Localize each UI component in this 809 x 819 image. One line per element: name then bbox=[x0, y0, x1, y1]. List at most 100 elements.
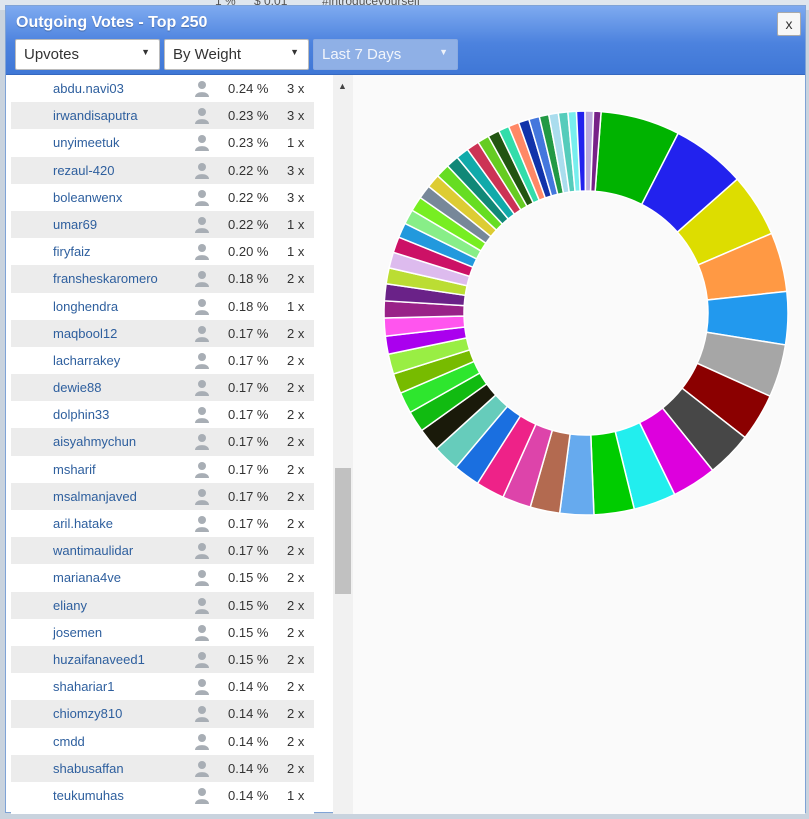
voter-name-link[interactable]: shahariar1 bbox=[53, 679, 114, 694]
list-item: fransheskaromero 0.18 % 2 x bbox=[11, 265, 314, 293]
person-icon bbox=[194, 760, 210, 777]
caret-down-icon: ▼ bbox=[290, 47, 299, 57]
voter-name-link[interactable]: boleanwenx bbox=[53, 190, 122, 205]
chart-area bbox=[353, 75, 805, 814]
scroll-up-arrow-icon[interactable]: ▲ bbox=[338, 81, 347, 91]
person-icon bbox=[194, 542, 210, 560]
vote-count: 1 x bbox=[287, 216, 305, 232]
close-button[interactable]: x bbox=[777, 12, 801, 36]
person-icon bbox=[194, 488, 210, 505]
voter-name-link[interactable]: unyimeetuk bbox=[53, 135, 119, 150]
vote-weight-percent: 0.15 % bbox=[228, 651, 269, 667]
vote-weight-percent: 0.22 % bbox=[228, 162, 269, 178]
vote-count: 1 x bbox=[287, 298, 305, 314]
caret-down-icon: ▼ bbox=[439, 47, 448, 57]
list-item: josemen 0.15 % 2 x bbox=[11, 619, 314, 646]
vote-count: 2 x bbox=[287, 760, 305, 776]
vote-weight-percent: 0.15 % bbox=[228, 624, 269, 640]
person-icon bbox=[194, 216, 210, 233]
dialog-title: Outgoing Votes - Top 250 bbox=[16, 14, 208, 31]
vote-count: 2 x bbox=[287, 570, 305, 586]
voter-list: abdu.navi03 0.24 % 3 x irwandisaputra 0.23 %… bbox=[11, 75, 314, 814]
vote-count: 3 x bbox=[287, 108, 305, 124]
list-item: eliany 0.15 % 2 x bbox=[11, 591, 314, 619]
vote-count: 2 x bbox=[287, 407, 305, 423]
list-item: teukumuhas 0.14 % 1 x bbox=[11, 782, 314, 809]
vote-type-dropdown[interactable]: Upvotes ▼ bbox=[15, 39, 160, 70]
list-item: msharif 0.17 % 2 x bbox=[11, 456, 314, 483]
voter-name-link[interactable]: chiomzy810 bbox=[53, 706, 122, 721]
list-item: dolphin33 0.17 % 2 x bbox=[11, 401, 314, 428]
list-item: huzaifanaveed1 0.15 % 2 x bbox=[11, 645, 314, 674]
vote-count: 3 x bbox=[287, 162, 305, 178]
vote-weight-percent: 0.14 % bbox=[228, 679, 269, 695]
vote-count: 2 x bbox=[287, 651, 305, 667]
voter-name-link[interactable]: josemen bbox=[53, 625, 102, 640]
vote-count: 2 x bbox=[287, 461, 305, 477]
list-item: longhendra 0.18 % 1 x bbox=[11, 293, 314, 320]
voter-name-link[interactable]: msharif bbox=[53, 462, 96, 477]
voter-name-link[interactable]: msalmanjaved bbox=[53, 489, 137, 504]
person-icon bbox=[194, 597, 210, 614]
voter-name-link[interactable]: cmdd bbox=[53, 734, 85, 749]
vote-weight-percent: 0.14 % bbox=[228, 760, 269, 776]
voter-name-link[interactable]: fransheskaromero bbox=[53, 271, 158, 286]
person-icon bbox=[194, 406, 210, 424]
vote-count: 2 x bbox=[287, 624, 305, 640]
voter-name-link[interactable]: wantimaulidar bbox=[53, 543, 133, 558]
list-item: aisyahmychun 0.17 % 2 x bbox=[11, 428, 314, 456]
voter-name-link[interactable]: umar69 bbox=[53, 217, 97, 232]
voter-name-link[interactable]: abdu.navi03 bbox=[53, 81, 124, 96]
list-item: cmdd 0.14 % 2 x bbox=[11, 728, 314, 755]
list-item: aril.hatake 0.17 % 2 x bbox=[11, 510, 314, 537]
vote-weight-percent: 0.23 % bbox=[228, 108, 269, 124]
sort-dropdown[interactable]: By Weight ▼ bbox=[164, 39, 309, 70]
voter-name-link[interactable]: dolphin33 bbox=[53, 407, 109, 422]
vote-count: 1 x bbox=[287, 135, 305, 151]
voter-name-link[interactable]: irwandisaputra bbox=[53, 108, 138, 123]
person-icon bbox=[194, 352, 210, 369]
vote-count: 2 x bbox=[287, 271, 305, 287]
vote-count: 2 x bbox=[287, 380, 305, 396]
vote-weight-percent: 0.22 % bbox=[228, 216, 269, 232]
person-icon bbox=[194, 461, 210, 478]
vote-weight-percent: 0.17 % bbox=[228, 461, 269, 477]
voter-name-link[interactable]: dewie88 bbox=[53, 380, 101, 395]
scrollbar-thumb[interactable] bbox=[335, 468, 351, 594]
list-scrollbar[interactable]: ▲ bbox=[333, 75, 353, 814]
voter-name-link[interactable]: rezaul-420 bbox=[53, 163, 114, 178]
voter-name-link[interactable]: mariana4ve bbox=[53, 570, 121, 585]
voter-name-link[interactable]: shabusaffan bbox=[53, 761, 124, 776]
vote-count: 2 x bbox=[287, 488, 305, 504]
list-item: irwandisaputra 0.23 % 3 x bbox=[11, 102, 314, 130]
vote-weight-percent: 0.22 % bbox=[228, 189, 269, 205]
person-icon bbox=[194, 325, 210, 342]
voter-name-link[interactable]: eliany bbox=[53, 598, 87, 613]
person-icon bbox=[194, 134, 210, 152]
voter-name-link[interactable]: aril.hatake bbox=[53, 516, 113, 531]
person-icon bbox=[194, 243, 210, 261]
vote-count: 2 x bbox=[287, 516, 305, 531]
voter-name-link[interactable]: longhendra bbox=[53, 299, 118, 314]
voter-name-link[interactable]: teukumuhas bbox=[53, 788, 124, 803]
vote-weight-percent: 0.17 % bbox=[228, 488, 269, 504]
voter-name-link[interactable]: lacharrakey bbox=[53, 353, 120, 368]
voter-name-link[interactable]: maqbool12 bbox=[53, 326, 117, 341]
vote-count: 2 x bbox=[287, 679, 305, 695]
voter-name-link[interactable]: aisyahmychun bbox=[53, 434, 136, 449]
person-icon bbox=[194, 678, 210, 696]
vote-count: 2 x bbox=[287, 434, 305, 450]
vote-weight-percent: 0.24 % bbox=[228, 81, 269, 96]
vote-weight-percent: 0.17 % bbox=[228, 543, 269, 559]
voter-name-link[interactable]: huzaifanaveed1 bbox=[53, 652, 145, 667]
voter-name-link[interactable]: firyfaiz bbox=[53, 244, 91, 259]
vote-weight-percent: 0.23 % bbox=[228, 135, 269, 151]
person-icon bbox=[194, 569, 210, 587]
vote-weight-percent: 0.17 % bbox=[228, 325, 269, 341]
list-item: msalmanjaved 0.17 % 2 x bbox=[11, 482, 314, 510]
vote-count: 2 x bbox=[287, 733, 305, 749]
caret-down-icon: ▼ bbox=[141, 47, 150, 57]
outgoing-votes-dialog: Outgoing Votes - Top 250 x Upvotes ▼ By … bbox=[5, 5, 806, 814]
list-item: shabusaffan 0.14 % 2 x bbox=[11, 754, 314, 782]
vote-weight-percent: 0.14 % bbox=[228, 733, 269, 749]
